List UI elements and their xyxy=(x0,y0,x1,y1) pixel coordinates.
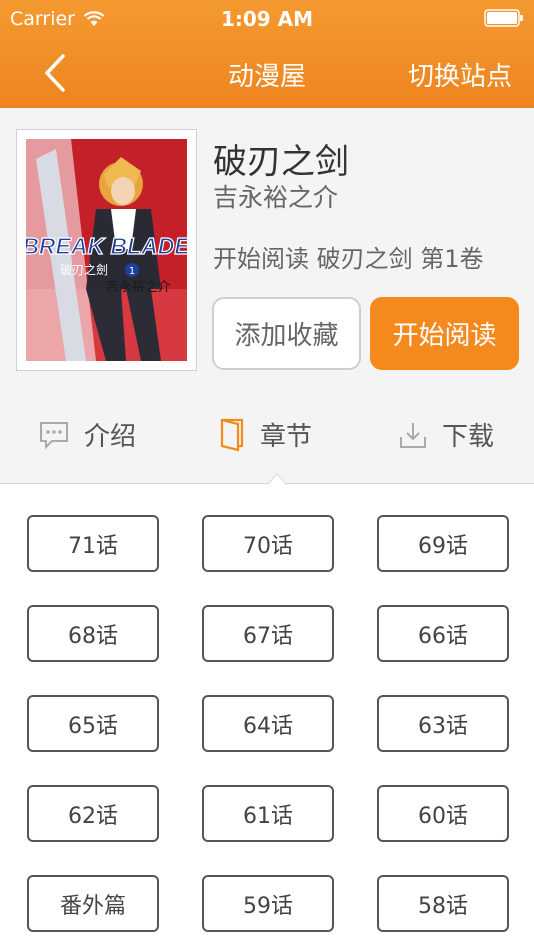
chapter-list: 71话 70话 69话 68话 67话 66话 65话 64话 63话 62话 … xyxy=(0,485,534,950)
chapter-button[interactable]: 65话 xyxy=(27,695,159,752)
chapter-button[interactable]: 66话 xyxy=(377,605,509,662)
navigation-bar: 动漫屋 切换站点 xyxy=(0,38,534,108)
chapter-button[interactable]: 62话 xyxy=(27,785,159,842)
app-header: Carrier 1:09 AM 动漫屋 切换站点 xyxy=(0,0,534,108)
start-reading-button[interactable]: 开始阅读 xyxy=(370,297,519,370)
tab-intro-label: 介绍 xyxy=(84,422,137,452)
chapter-button[interactable]: 60话 xyxy=(377,785,509,842)
chapter-button[interactable]: 71话 xyxy=(27,515,159,572)
chapter-button[interactable]: 63话 xyxy=(377,695,509,752)
cover-author: 吉永裕之介 xyxy=(105,280,170,295)
tab-intro[interactable]: 介绍 xyxy=(38,416,136,453)
book-cover[interactable]: BREAK BLADE 破刃之劍 1 吉永裕之介 xyxy=(16,129,197,371)
chapter-button[interactable]: 68话 xyxy=(27,605,159,662)
download-icon xyxy=(400,422,426,448)
comment-icon xyxy=(40,421,68,449)
tab-chapters[interactable]: 章节 xyxy=(218,416,312,453)
cover-volume: 1 xyxy=(129,266,135,277)
tab-chapters-label: 章节 xyxy=(260,422,313,452)
active-tab-indicator xyxy=(267,473,287,485)
book-info-panel: BREAK BLADE 破刃之劍 1 吉永裕之介 破刃之剑 吉永裕之介 开始阅读… xyxy=(0,108,534,378)
cover-title: BREAK BLADE xyxy=(26,233,187,259)
chapter-button[interactable]: 69话 xyxy=(377,515,509,572)
add-favorite-button[interactable]: 添加收藏 xyxy=(212,297,361,370)
detail-tabs: 介绍 章节 下载 xyxy=(0,378,534,485)
battery-icon xyxy=(484,9,523,27)
reading-progress: 开始阅读 破刃之剑 第1卷 xyxy=(213,245,484,273)
switch-site-button[interactable]: 切换站点 xyxy=(408,56,512,93)
chapter-button[interactable]: 70话 xyxy=(202,515,334,572)
status-time: 1:09 AM xyxy=(220,7,314,31)
chapter-button[interactable]: 58话 xyxy=(377,875,509,932)
book-author[interactable]: 吉永裕之介 xyxy=(213,178,338,214)
chapter-button[interactable]: 67话 xyxy=(202,605,334,662)
chapter-button[interactable]: 番外篇 xyxy=(27,875,159,932)
tab-download-label: 下载 xyxy=(442,422,495,452)
tab-download[interactable]: 下载 xyxy=(398,416,494,453)
chapter-button[interactable]: 64话 xyxy=(202,695,334,752)
cover-subtitle: 破刃之劍 xyxy=(60,262,108,277)
book-icon xyxy=(220,418,244,451)
status-bar: Carrier 1:09 AM xyxy=(0,0,534,38)
book-title: 破刃之剑 xyxy=(213,142,349,182)
chapter-button[interactable]: 59话 xyxy=(202,875,334,932)
chapter-button[interactable]: 61话 xyxy=(202,785,334,842)
cover-image: BREAK BLADE 破刃之劍 1 吉永裕之介 xyxy=(26,139,187,361)
